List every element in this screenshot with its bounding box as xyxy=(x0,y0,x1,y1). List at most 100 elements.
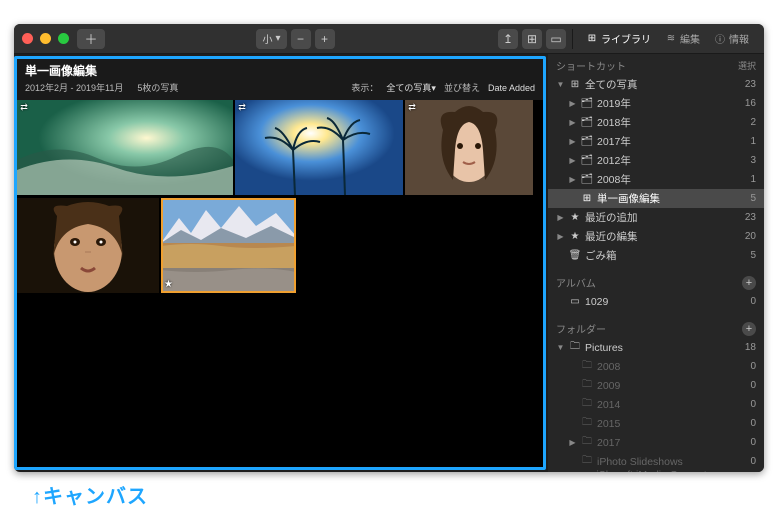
item-count: 0 xyxy=(750,456,756,467)
item-icon: ★ xyxy=(569,231,581,242)
folder-row[interactable]: 🗀20080 xyxy=(548,357,764,376)
thumbnail-portrait-girl[interactable]: ⇄ xyxy=(405,100,533,195)
tree-row[interactable]: ▶ 🗂 2019年 16 xyxy=(548,94,764,113)
date-range: 2012年2月 - 2019年11月 xyxy=(25,81,123,94)
add-album-button[interactable]: + xyxy=(742,276,756,290)
item-label: 2019年 xyxy=(597,96,631,111)
album-header: アルバム+ xyxy=(548,271,764,292)
tree-row[interactable]: ▶★最近の編集20 xyxy=(548,227,764,246)
canvas-header: 単一画像編集 2012年2月 - 2019年11月 5枚の写真 表示： 全ての写… xyxy=(17,59,543,100)
item-count: 0 xyxy=(750,361,756,372)
disclosure-icon[interactable]: ▶ xyxy=(568,175,577,184)
item-icon: 🗂 xyxy=(581,136,593,147)
zoom-icon[interactable] xyxy=(58,33,69,44)
item-count: 0 xyxy=(750,296,756,307)
item-count: 16 xyxy=(745,98,756,109)
item-icon: 🗀 xyxy=(569,339,581,356)
thumbnail-mountains[interactable]: ★ xyxy=(161,198,296,293)
folder-row[interactable]: 🗀20150 xyxy=(548,414,764,433)
item-label: 2015 xyxy=(597,418,620,430)
item-label: iPhoto Slideshows xyxy=(597,456,683,468)
filter-select[interactable]: 全ての写真▾ xyxy=(386,81,436,94)
tree-row[interactable]: ▶★最近の追加23 xyxy=(548,208,764,227)
item-icon: 🗂 xyxy=(581,98,593,109)
folder-row[interactable]: ▶🗀20170 xyxy=(548,433,764,452)
tree-row[interactable]: ▼⊞全ての写真23 xyxy=(548,75,764,94)
disclosure-icon[interactable]: ▶ xyxy=(568,137,577,146)
annotation-caption: ↑キャンバス xyxy=(14,472,766,509)
library-icon: ⊞ xyxy=(586,33,598,44)
item-label: 2017年 xyxy=(597,134,631,149)
disclosure-icon[interactable]: ▶ xyxy=(556,232,565,241)
tree-row[interactable]: ▶🗂2008年1 xyxy=(548,170,764,189)
item-label: 2017 xyxy=(597,437,620,449)
item-count: 1 xyxy=(750,136,756,147)
tree-row[interactable]: ▶ 🗂 2017年 1 xyxy=(548,132,764,151)
tree-row[interactable]: ⊞単一画像編集5 xyxy=(548,189,764,208)
item-label: Pictures xyxy=(585,342,623,354)
tab-info[interactable]: ⓘ 情報 xyxy=(707,24,756,53)
window-controls xyxy=(22,33,69,44)
tab-edit-label: 編集 xyxy=(680,31,700,46)
album-row[interactable]: ▭10290 xyxy=(548,292,764,311)
item-count: 0 xyxy=(750,399,756,410)
disclosure-icon[interactable]: ▶ xyxy=(556,213,565,222)
item-count: 5 xyxy=(750,250,756,261)
thumbnail-portrait-woman[interactable] xyxy=(17,198,159,293)
folder-row[interactable]: 🗀20090 xyxy=(548,376,764,395)
grid-view-button[interactable]: ⊞ xyxy=(522,29,542,49)
disclosure-icon[interactable]: ▶ xyxy=(568,99,577,108)
titlebar: ＋ 小 ▾ − + ↥ ⊞ ▭ ⊞ ライブラリ ≋ 編集 xyxy=(14,24,764,54)
folder-row[interactable]: 🗀iSkysoft iMedia Converter Delu…0 xyxy=(548,471,764,472)
adjustments-icon: ⇄ xyxy=(237,102,247,112)
add-folder-button[interactable]: + xyxy=(742,322,756,336)
size-minus-button[interactable]: − xyxy=(291,29,311,49)
photo-count: 5枚の写真 xyxy=(137,81,178,94)
sort-label: 並び替え xyxy=(444,81,480,94)
item-icon: 🗂 xyxy=(581,174,593,185)
item-icon: 🗀 xyxy=(581,453,593,470)
add-button[interactable]: ＋ xyxy=(77,29,105,49)
share-button[interactable]: ↥ xyxy=(498,29,518,49)
disclosure-icon[interactable]: ▼ xyxy=(556,343,565,352)
info-icon: ⓘ xyxy=(714,31,726,46)
close-icon[interactable] xyxy=(22,33,33,44)
item-label: 最近の追加 xyxy=(585,210,638,225)
item-count: 23 xyxy=(745,79,756,90)
disclosure-icon[interactable]: ▼ xyxy=(556,80,565,89)
tab-library[interactable]: ⊞ ライブラリ xyxy=(579,24,658,53)
thumbnail-wave[interactable]: ⇄ xyxy=(17,100,233,195)
folder-row[interactable]: 🗀20140 xyxy=(548,395,764,414)
disclosure-icon[interactable]: ▶ xyxy=(568,156,577,165)
disclosure-icon[interactable]: ▶ xyxy=(568,118,577,127)
item-icon: 🗑 xyxy=(569,250,581,261)
item-label: 2008年 xyxy=(597,172,631,187)
tree-row[interactable]: ▶🗂2012年3 xyxy=(548,151,764,170)
item-label: ごみ箱 xyxy=(585,248,617,263)
tab-edit[interactable]: ≋ 編集 xyxy=(658,24,707,53)
size-plus-button[interactable]: + xyxy=(315,29,335,49)
size-label: 小 xyxy=(262,31,272,46)
folder-header: フォルダー+ xyxy=(548,317,764,338)
sort-value[interactable]: Date Added xyxy=(488,83,535,93)
item-icon: 🗀 xyxy=(581,434,593,451)
item-icon: 🗀 xyxy=(581,377,593,394)
item-count: 3 xyxy=(750,155,756,166)
item-icon: ⊞ xyxy=(569,79,581,90)
tree-row[interactable]: ▶🗂2018年2 xyxy=(548,113,764,132)
item-icon: ▭ xyxy=(569,296,581,307)
item-label: 2018年 xyxy=(597,115,631,130)
folder-row[interactable]: ▼ 🗀 Pictures 18 xyxy=(548,338,764,357)
item-label: 最近の編集 xyxy=(585,229,638,244)
item-label: 2008 xyxy=(597,361,620,373)
minimize-icon[interactable] xyxy=(40,33,51,44)
thumb-size-select[interactable]: 小 ▾ xyxy=(256,29,286,49)
item-count: 5 xyxy=(750,193,756,204)
tree-row[interactable]: 🗑 ごみ箱 5 xyxy=(548,246,764,265)
single-view-button[interactable]: ▭ xyxy=(546,29,566,49)
item-count: 18 xyxy=(745,342,756,353)
canvas-pane: 単一画像編集 2012年2月 - 2019年11月 5枚の写真 表示： 全ての写… xyxy=(14,56,546,470)
thumbnail-palm[interactable]: ⇄ xyxy=(235,100,403,195)
disclosure-icon[interactable]: ▶ xyxy=(568,438,577,447)
item-icon: ★ xyxy=(569,212,581,223)
